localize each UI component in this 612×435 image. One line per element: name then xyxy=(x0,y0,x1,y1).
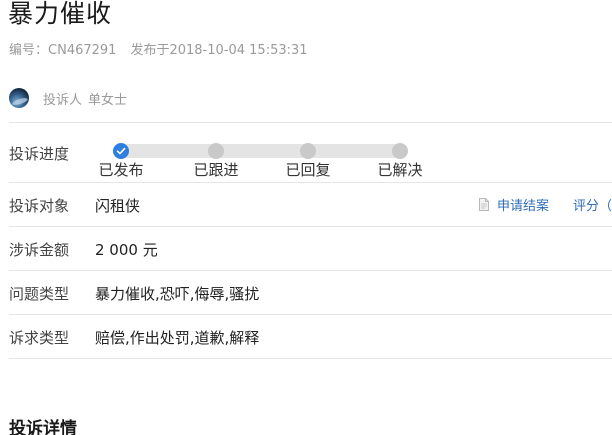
amount-value: 2 000 元 xyxy=(95,241,158,259)
issue-type-label: 问题类型 xyxy=(9,285,70,303)
published-label: 发布于 xyxy=(130,43,170,58)
avatar[interactable] xyxy=(9,88,29,108)
step-replied-label: 已回复 xyxy=(285,161,331,179)
step-followed-dot xyxy=(208,143,224,159)
step-followed-label: 已跟进 xyxy=(193,161,239,179)
complainant-info: 投诉人 单女士 xyxy=(9,88,127,108)
progress-track xyxy=(120,144,407,158)
demand-type-value: 赔偿,作出处罚,道歉,解释 xyxy=(95,329,260,347)
target-label: 投诉对象 xyxy=(9,197,70,215)
complaint-info-table: 投诉进度 已发布 已跟进 已回复 已解决 投诉对象 闪租侠 申请结案 评分（ 涉… xyxy=(9,122,612,359)
target-company-link[interactable]: 闪租侠 xyxy=(95,195,140,216)
document-icon xyxy=(478,198,489,211)
apply-close-button[interactable]: 申请结案 xyxy=(497,195,549,214)
complainant-role-label: 投诉人 xyxy=(43,92,83,108)
complaint-meta: 编号：CN467291 发布于2018-10-04 15:53:31 xyxy=(9,39,308,58)
step-resolved-label: 已解决 xyxy=(377,161,423,179)
amount-label: 涉诉金额 xyxy=(9,241,70,259)
complaint-number: CN467291 xyxy=(48,43,117,58)
progress-label: 投诉进度 xyxy=(9,145,70,163)
target-row: 投诉对象 闪租侠 申请结案 评分（ xyxy=(9,183,612,227)
step-replied-dot xyxy=(300,143,316,159)
progress-tracker: 已发布 已跟进 已回复 已解决 xyxy=(95,133,425,179)
issue-type-row: 问题类型 暴力催收,恐吓,侮辱,骚扰 xyxy=(9,271,612,315)
details-section-title: 投诉详情 xyxy=(9,419,77,435)
demand-type-label: 诉求类型 xyxy=(9,329,70,347)
progress-row: 投诉进度 已发布 已跟进 已回复 已解决 xyxy=(9,123,612,183)
check-icon xyxy=(116,147,126,155)
amount-row: 涉诉金额 2 000 元 xyxy=(9,227,612,271)
demand-type-row: 诉求类型 赔偿,作出处罚,道歉,解释 xyxy=(9,315,612,359)
complainant-name[interactable]: 单女士 xyxy=(88,89,127,108)
step-published-label: 已发布 xyxy=(98,161,144,179)
step-resolved-dot xyxy=(392,143,408,159)
step-published-dot xyxy=(113,143,129,159)
complaint-page: 暴力催收 编号：CN467291 发布于2018-10-04 15:53:31 投… xyxy=(0,0,612,435)
issue-type-value: 暴力催收,恐吓,侮辱,骚扰 xyxy=(95,285,260,303)
complaint-title: 暴力催收 xyxy=(8,0,113,28)
row-actions: 申请结案 评分（ xyxy=(478,195,612,214)
complaint-number-label: 编号： xyxy=(9,43,49,58)
rate-button[interactable]: 评分（ xyxy=(573,195,612,214)
published-time: 2018-10-04 15:53:31 xyxy=(169,43,308,58)
